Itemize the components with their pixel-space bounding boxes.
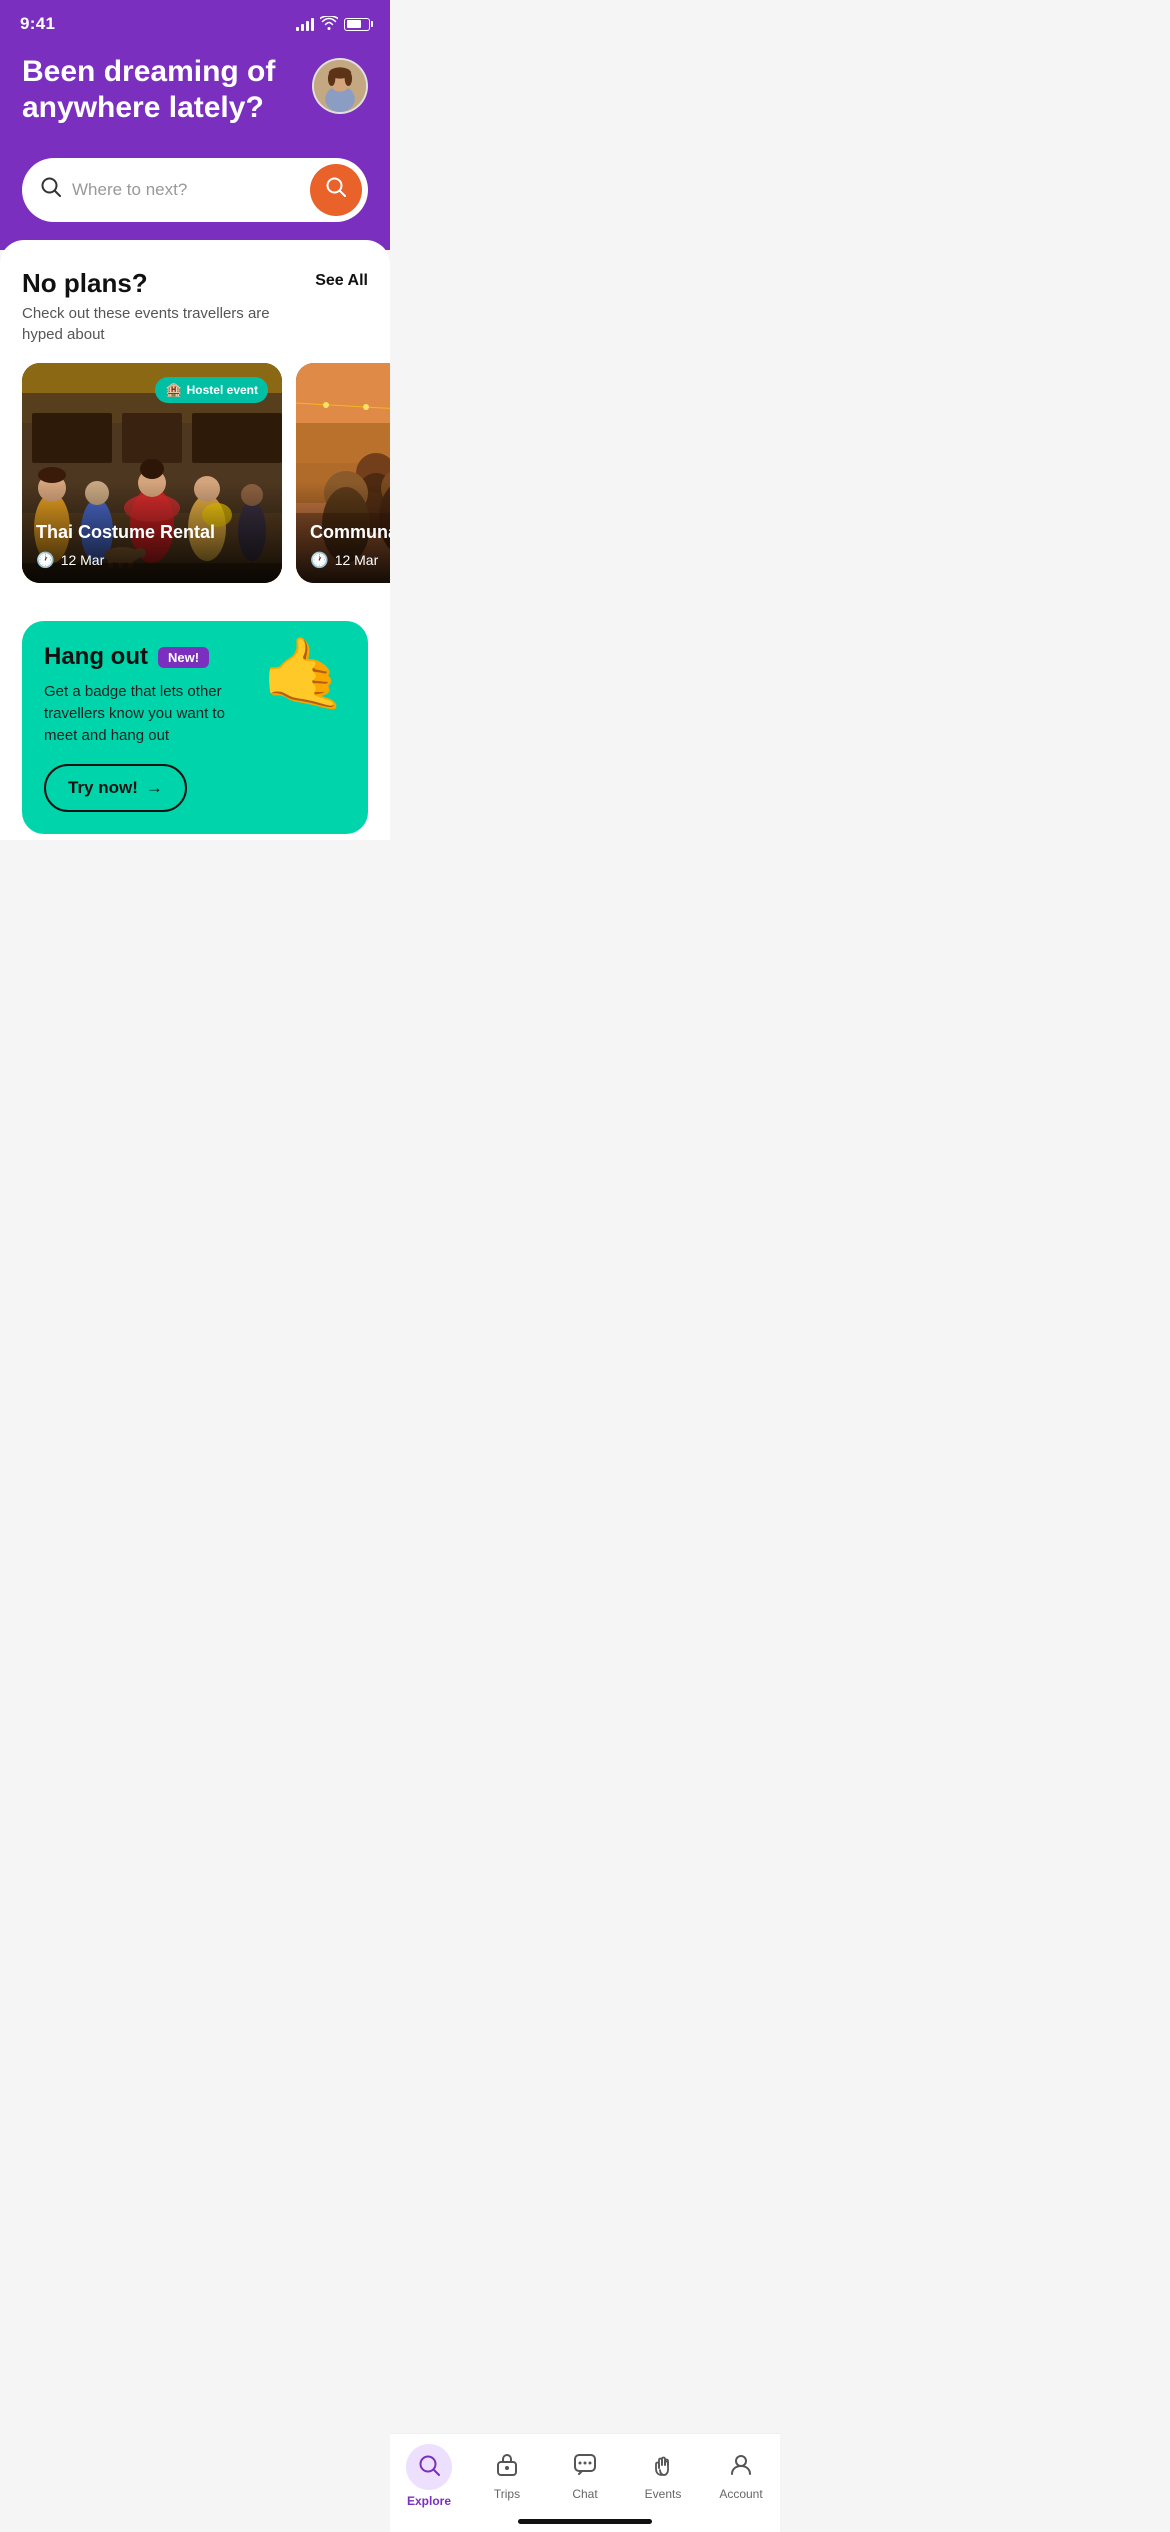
search-button-icon	[325, 176, 347, 204]
hangout-description: Get a badge that lets other travellers k…	[44, 681, 251, 746]
event-date-communal: 🕐 12 Mar	[310, 551, 390, 569]
search-container: Where to next?	[0, 158, 390, 250]
home-indicator	[518, 2519, 652, 2524]
event-info-thai: Thai Costume Rental 🕐 12 Mar	[22, 482, 282, 583]
no-plans-text: No plans? Check out these events travell…	[22, 268, 282, 345]
bottom-nav: Explore Trips Chat	[390, 2433, 780, 2532]
battery-icon	[344, 18, 370, 31]
chat-icon	[572, 2452, 598, 2483]
status-time: 9:41	[20, 14, 55, 34]
event-title-communal: Communal Dinner	[310, 522, 390, 543]
account-label: Account	[719, 2487, 762, 2501]
nav-explore[interactable]: Explore	[399, 2444, 459, 2508]
events-label: Events	[645, 2487, 682, 2501]
explore-label: Explore	[407, 2494, 451, 2508]
new-badge: New!	[158, 647, 209, 668]
avatar[interactable]	[312, 58, 368, 114]
event-date-thai: 🕐 12 Mar	[36, 551, 268, 569]
hangout-emoji: 🤙	[261, 639, 346, 707]
wifi-icon	[320, 16, 338, 33]
nav-account[interactable]: Account	[711, 2452, 771, 2501]
avatar-image	[314, 60, 366, 112]
trips-icon	[494, 2452, 520, 2483]
status-bar: 9:41	[0, 0, 390, 42]
chat-label: Chat	[572, 2487, 597, 2501]
event-image-thai: 🏨 Hostel event Thai Costume Rental 🕐 12 …	[22, 363, 282, 583]
search-bar[interactable]: Where to next?	[22, 158, 368, 222]
trips-label: Trips	[494, 2487, 520, 2501]
content-area: No plans? Check out these events travell…	[0, 240, 390, 840]
no-plans-subtitle: Check out these events travellers are hy…	[22, 303, 282, 345]
no-plans-section: No plans? Check out these events travell…	[22, 268, 368, 345]
search-placeholder[interactable]: Where to next?	[72, 180, 300, 200]
hangout-banner: Hang out New! Get a badge that lets othe…	[22, 621, 368, 834]
explore-icon-bg	[406, 2444, 452, 2490]
hangout-title-row: Hang out New!	[44, 643, 251, 671]
account-icon	[728, 2452, 754, 2483]
header-title: Been dreaming of anywhere lately?	[22, 54, 282, 126]
event-card-thai[interactable]: 🏨 Hostel event Thai Costume Rental 🕐 12 …	[22, 363, 282, 583]
explore-icon	[417, 2453, 441, 2482]
see-all-button[interactable]: See All	[315, 268, 368, 290]
try-now-label: Try now!	[68, 778, 138, 798]
nav-trips[interactable]: Trips	[477, 2452, 537, 2501]
events-scroll: 🏨 Hostel event Thai Costume Rental 🕐 12 …	[0, 363, 390, 599]
search-button[interactable]	[310, 164, 362, 216]
event-image-communal: 🏨 Hostel event Communal Dinner 🕐 12 Mar	[296, 363, 390, 583]
hangout-content: Hang out New! Get a badge that lets othe…	[44, 643, 261, 812]
no-plans-title: No plans?	[22, 268, 282, 299]
hangout-title: Hang out	[44, 643, 148, 671]
search-icon-left	[40, 176, 62, 204]
status-icons	[296, 16, 370, 33]
event-title-thai: Thai Costume Rental	[36, 522, 268, 543]
event-info-communal: Communal Dinner 🕐 12 Mar	[296, 482, 390, 583]
clock-icon: 🕐	[36, 551, 55, 569]
signal-icon	[296, 17, 314, 31]
nav-events[interactable]: Events	[633, 2452, 693, 2501]
hostel-icon: 🏨	[165, 382, 181, 398]
clock-icon-2: 🕐	[310, 551, 329, 569]
header: Been dreaming of anywhere lately?	[0, 42, 390, 158]
event-badge-thai: 🏨 Hostel event	[155, 377, 268, 403]
arrow-icon: →	[146, 778, 163, 798]
nav-chat[interactable]: Chat	[555, 2452, 615, 2501]
try-now-button[interactable]: Try now! →	[44, 764, 187, 812]
events-icon	[650, 2452, 676, 2483]
event-card-communal[interactable]: 🏨 Hostel event Communal Dinner 🕐 12 Mar	[296, 363, 390, 583]
